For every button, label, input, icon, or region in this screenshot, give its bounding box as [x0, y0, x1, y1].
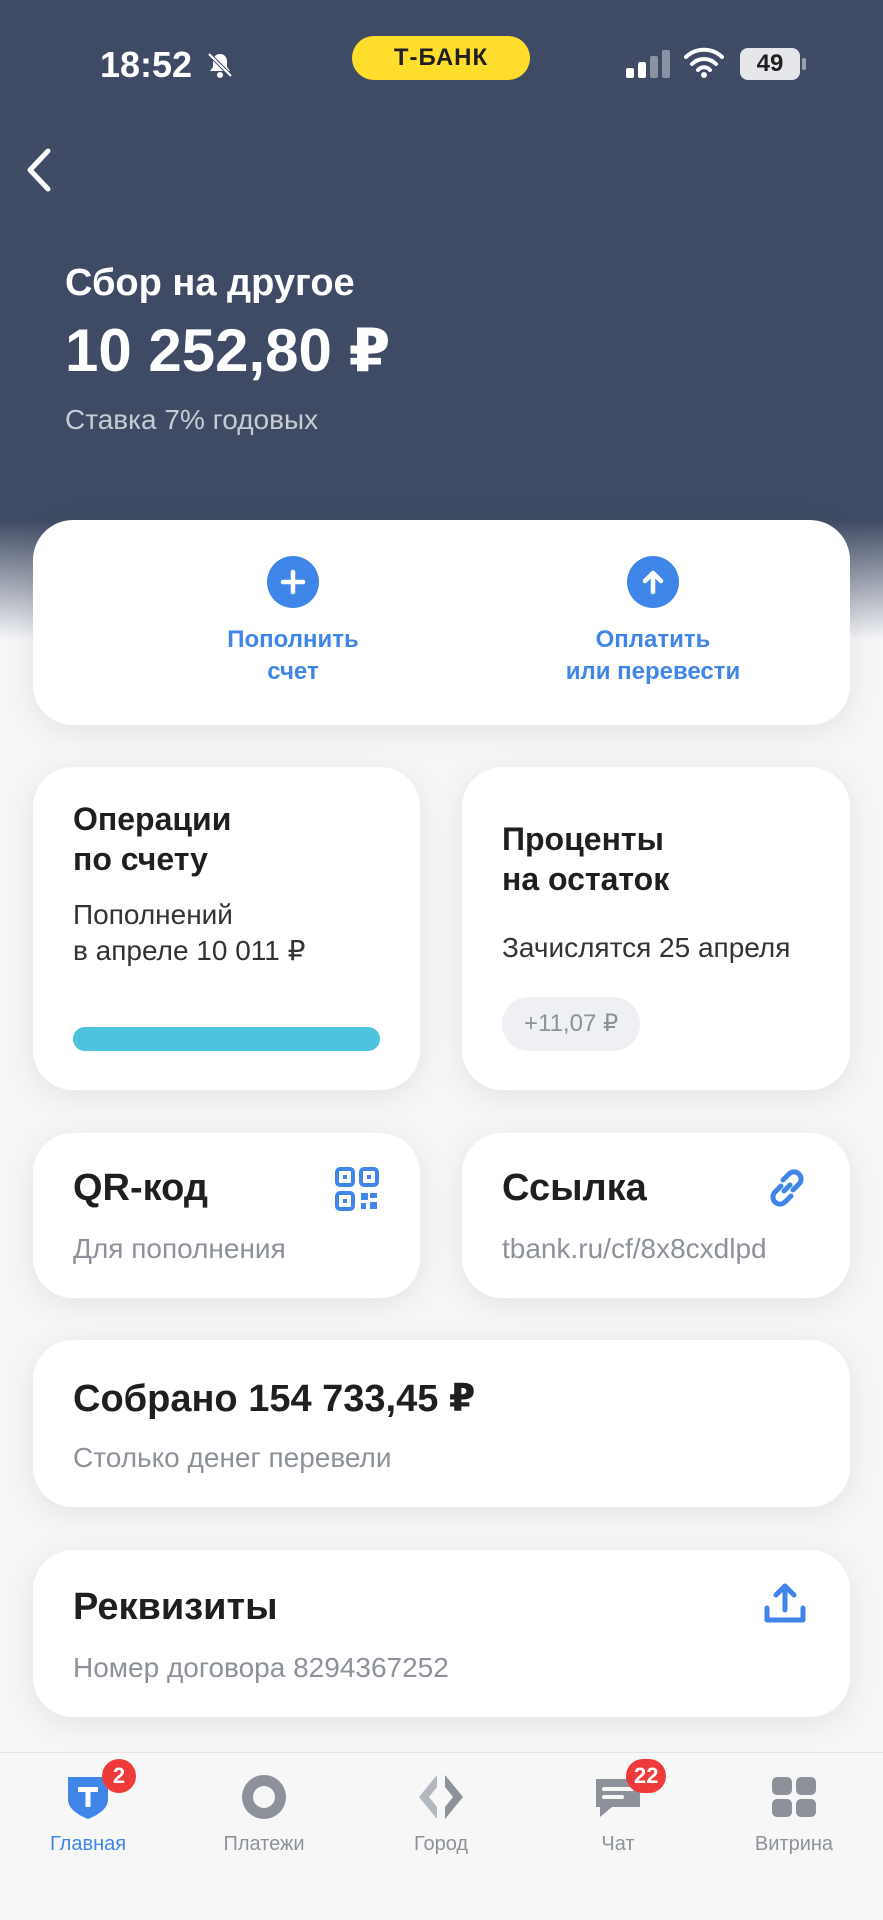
qr-code-card[interactable]: QR-код Для пополнения — [33, 1133, 420, 1298]
interest-amount-badge: +11,07 ₽ — [502, 997, 641, 1051]
status-time: 18:52 — [100, 44, 193, 85]
arrow-up-icon — [627, 556, 679, 608]
operations-card[interactable]: Операции по счету Пополнений в апреле 10… — [33, 767, 420, 1090]
interest-text: Зачислятся 25 апреля — [502, 932, 791, 963]
interest-rate: Ставка 7% годовых — [65, 404, 319, 435]
tab-payments[interactable]: Платежи — [176, 1771, 352, 1871]
shield-t-icon: 2 — [62, 1759, 136, 1823]
bank-logo-pill: Т-БАНК — [352, 36, 530, 80]
interest-card[interactable]: Проценты на остаток Зачислятся 25 апреля… — [462, 767, 850, 1090]
city-diamond-icon — [415, 1771, 467, 1823]
tab-showcase[interactable]: Витрина — [706, 1771, 882, 1871]
tab-label-home: Главная — [49, 1833, 127, 1855]
home-badge: 2 — [102, 1759, 136, 1793]
back-arrow-icon[interactable] — [20, 145, 60, 195]
qr-title: QR-код — [73, 1167, 209, 1209]
actions-card: Пополнить счет Оплатить или перевести — [33, 520, 850, 725]
status-bar: 18:52 Т-БАНК 49 — [0, 0, 883, 120]
plus-icon — [267, 556, 319, 608]
collected-subtitle: Столько денег перевели — [73, 1442, 392, 1473]
operations-text: Пополнений в апреле 10 011 ₽ — [73, 899, 306, 966]
bell-muted-icon — [207, 52, 233, 78]
account-balance: 10 252,80 ₽ — [65, 317, 391, 384]
account-title: Сбор на другое — [65, 262, 355, 304]
chat-badge: 22 — [626, 1759, 667, 1793]
link-card[interactable]: Ссылка tbank.ru/cf/8x8cxdlpd — [462, 1133, 850, 1298]
tab-label-showcase: Витрина — [754, 1833, 834, 1855]
qr-subtitle: Для пополнения — [73, 1233, 286, 1264]
tab-label-payments: Платежи — [223, 1833, 305, 1855]
details-title: Реквизиты — [73, 1586, 278, 1628]
link-url: tbank.ru/cf/8x8cxdlpd — [502, 1233, 767, 1264]
battery-tip — [802, 58, 806, 70]
bottom-tab-bar: 2 Главная Платежи Город 22 Чат Витрина — [0, 1752, 883, 1920]
qr-code-icon — [335, 1167, 379, 1211]
chat-icon: 22 — [592, 1759, 667, 1823]
tab-chat[interactable]: 22 Чат — [530, 1759, 706, 1871]
pay-transfer-label: Оплатить или перевести — [565, 626, 741, 685]
share-icon[interactable] — [761, 1580, 809, 1628]
tab-label-chat: Чат — [601, 1833, 635, 1855]
signal-icon — [626, 50, 670, 78]
topup-progress-bar — [73, 1027, 380, 1051]
topup-label: Пополнить счет — [227, 626, 359, 685]
showcase-grid-icon — [768, 1771, 820, 1823]
details-card[interactable]: Реквизиты Номер договора 8294367252 — [33, 1550, 850, 1717]
collected-amount: Собрано 154 733,45 ₽ — [73, 1378, 476, 1420]
wifi-icon — [684, 47, 724, 78]
interest-title: Проценты на остаток — [502, 821, 670, 897]
tab-label-city: Город — [413, 1833, 469, 1855]
pay-transfer-button[interactable]: Оплатить или перевести — [493, 556, 813, 696]
battery-indicator: 49 — [740, 48, 800, 80]
payments-circle-icon — [238, 1771, 290, 1823]
link-title: Ссылка — [502, 1167, 647, 1209]
operations-title: Операции по счету — [73, 801, 232, 877]
topup-progress-fill — [73, 1027, 380, 1051]
tab-home[interactable]: 2 Главная — [0, 1759, 176, 1871]
contract-number: Номер договора 8294367252 — [73, 1652, 449, 1683]
collected-card[interactable]: Собрано 154 733,45 ₽ Столько денег перев… — [33, 1340, 850, 1507]
topup-button[interactable]: Пополнить счет — [133, 556, 453, 696]
link-chain-icon — [770, 1169, 804, 1207]
tab-city[interactable]: Город — [353, 1771, 529, 1871]
